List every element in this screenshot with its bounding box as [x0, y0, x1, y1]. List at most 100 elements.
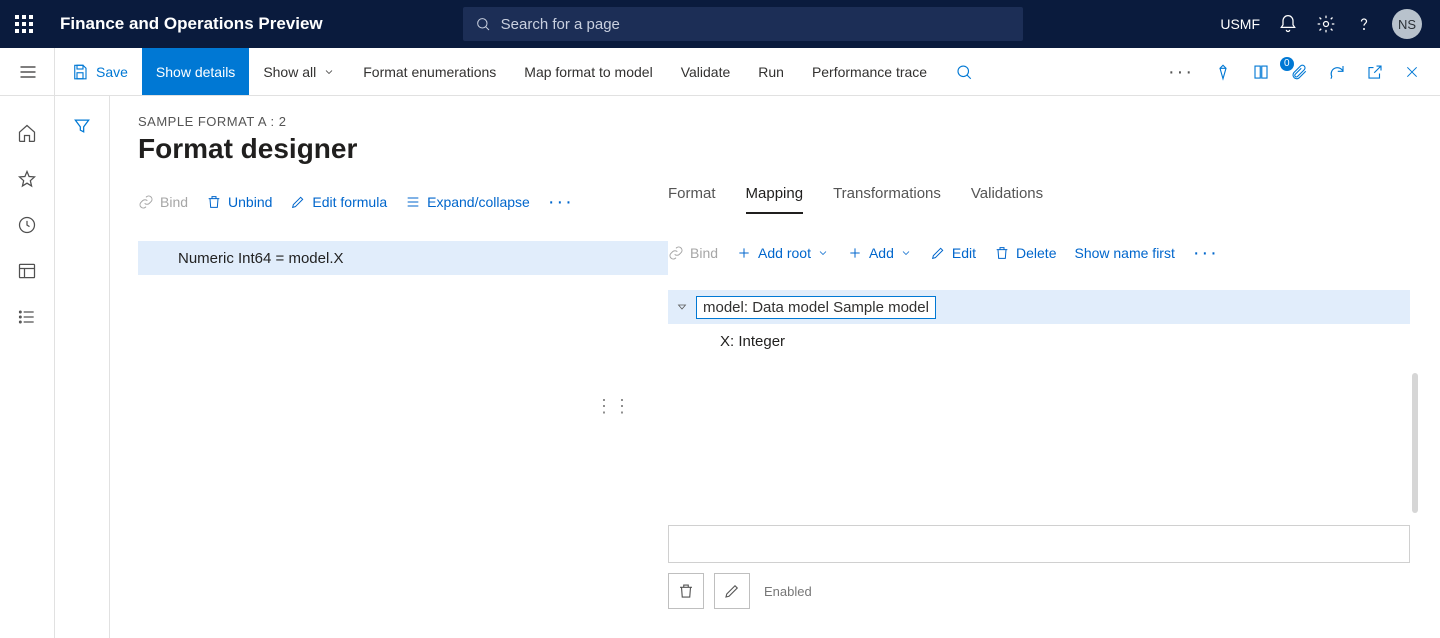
- global-search[interactable]: Search for a page: [463, 7, 1023, 41]
- body-area: SAMPLE FORMAT A : 2 Format designer Bind…: [55, 96, 1440, 638]
- filter-button[interactable]: [72, 116, 92, 638]
- action-refresh[interactable]: [1328, 63, 1346, 81]
- nav-home[interactable]: [0, 110, 55, 156]
- app-title: Finance and Operations Preview: [48, 14, 323, 34]
- gear-icon: [1316, 14, 1336, 34]
- left-toolbar: Bind Unbind Edit formula Expand/collapse: [138, 185, 668, 219]
- mapping-row-root[interactable]: model: Data model Sample model: [668, 290, 1410, 324]
- home-icon: [17, 123, 37, 143]
- action-bar: Save Show details Show all Format enumer…: [0, 48, 1440, 96]
- action-overflow[interactable]: ···: [1168, 67, 1194, 77]
- settings-button[interactable]: [1316, 14, 1336, 34]
- action-diamond[interactable]: [1214, 63, 1232, 81]
- notifications-button[interactable]: [1278, 14, 1298, 34]
- nav-workspaces[interactable]: [0, 248, 55, 294]
- show-details-button[interactable]: Show details: [142, 48, 249, 95]
- action-bar-right: ··· 0: [1168, 48, 1440, 95]
- chevron-down-icon: [900, 247, 912, 259]
- tab-transformations[interactable]: Transformations: [833, 185, 941, 214]
- bind-button-right: Bind: [668, 245, 718, 261]
- bottom-delete-button[interactable]: [668, 573, 704, 609]
- triangle-down-icon: [676, 301, 688, 313]
- diamond-icon: [1214, 63, 1232, 81]
- mapping-row-child[interactable]: X: Integer: [668, 324, 1410, 358]
- add-root-button[interactable]: Add root: [736, 245, 829, 261]
- link-icon: [138, 194, 154, 210]
- save-label: Save: [96, 64, 128, 80]
- validate-button[interactable]: Validate: [667, 48, 745, 95]
- help-button[interactable]: [1354, 14, 1374, 34]
- bottom-input-box[interactable]: [668, 525, 1410, 563]
- delete-button[interactable]: Delete: [994, 245, 1056, 261]
- tab-validations[interactable]: Validations: [971, 185, 1043, 214]
- scroll-thumb[interactable]: [1412, 373, 1418, 513]
- nav-modules[interactable]: [0, 294, 55, 340]
- save-icon: [71, 63, 89, 81]
- show-name-first-button[interactable]: Show name first: [1074, 245, 1174, 261]
- expand-collapse-button[interactable]: Expand/collapse: [405, 194, 530, 210]
- right-tabs: Format Mapping Transformations Validatio…: [668, 185, 1410, 214]
- expander-icon[interactable]: [672, 301, 692, 313]
- main-content: SAMPLE FORMAT A : 2 Format designer Bind…: [110, 96, 1440, 638]
- left-pane: Bind Unbind Edit formula Expand/collapse: [138, 185, 668, 615]
- run-button[interactable]: Run: [744, 48, 798, 95]
- mapping-tree: model: Data model Sample model X: Intege…: [668, 290, 1410, 358]
- filter-icon: [72, 116, 92, 136]
- action-search[interactable]: [941, 48, 987, 95]
- workspace-icon: [17, 261, 37, 281]
- map-format-to-model-button[interactable]: Map format to model: [510, 48, 666, 95]
- edit-button[interactable]: Edit: [930, 245, 976, 261]
- chevron-down-icon: [817, 247, 829, 259]
- tab-mapping[interactable]: Mapping: [746, 185, 804, 214]
- bind-button-left: Bind: [138, 194, 188, 210]
- bottom-controls: Enabled: [668, 573, 812, 609]
- bottom-edit-button[interactable]: [714, 573, 750, 609]
- nav-toggle[interactable]: [0, 48, 55, 96]
- list-icon: [17, 307, 37, 327]
- trash-icon: [677, 582, 695, 600]
- chevron-down-icon: [323, 66, 335, 78]
- show-all-button[interactable]: Show all: [249, 48, 349, 95]
- hamburger-icon: [18, 62, 38, 82]
- star-icon: [17, 169, 37, 189]
- save-button[interactable]: Save: [55, 48, 142, 95]
- mapping-root-label: model: Data model Sample model: [696, 296, 936, 319]
- tenant-label[interactable]: USMF: [1220, 16, 1260, 32]
- app-launcher[interactable]: [0, 0, 48, 48]
- action-close[interactable]: [1404, 64, 1420, 80]
- breadcrumb: SAMPLE FORMAT A : 2: [138, 114, 1440, 129]
- action-popout[interactable]: [1366, 63, 1384, 81]
- action-attachments[interactable]: 0: [1290, 63, 1308, 81]
- left-overflow[interactable]: ···: [548, 197, 574, 207]
- edit-formula-button[interactable]: Edit formula: [290, 194, 387, 210]
- clock-icon: [17, 215, 37, 235]
- pencil-icon: [290, 194, 306, 210]
- bell-icon: [1278, 14, 1298, 34]
- enabled-label: Enabled: [764, 584, 812, 599]
- show-all-label: Show all: [263, 64, 316, 80]
- panes: Bind Unbind Edit formula Expand/collapse: [138, 185, 1440, 615]
- right-overflow[interactable]: ···: [1193, 248, 1219, 258]
- format-enumerations-button[interactable]: Format enumerations: [349, 48, 510, 95]
- user-avatar[interactable]: NS: [1392, 9, 1422, 39]
- attachments-badge: 0: [1280, 57, 1294, 71]
- add-button[interactable]: Add: [847, 245, 912, 261]
- nav-recent[interactable]: [0, 202, 55, 248]
- page-title: Format designer: [138, 133, 1440, 165]
- format-tree-row[interactable]: Numeric Int64 = model.X: [138, 241, 668, 275]
- right-toolbar: Bind Add root Add Edit: [668, 236, 1410, 270]
- performance-trace-button[interactable]: Performance trace: [798, 48, 941, 95]
- nav-favorites[interactable]: [0, 156, 55, 202]
- filter-column: [55, 96, 110, 638]
- search-icon: [955, 63, 973, 81]
- tab-format[interactable]: Format: [668, 185, 716, 214]
- unbind-button[interactable]: Unbind: [206, 194, 272, 210]
- search-icon: [475, 16, 491, 32]
- trash-icon: [206, 194, 222, 210]
- book-icon: [1252, 63, 1270, 81]
- refresh-icon: [1328, 63, 1346, 81]
- left-nav-rail: [0, 48, 55, 638]
- action-open[interactable]: [1252, 63, 1270, 81]
- pane-splitter[interactable]: ⋮⋮: [595, 396, 631, 417]
- plus-icon: [847, 245, 863, 261]
